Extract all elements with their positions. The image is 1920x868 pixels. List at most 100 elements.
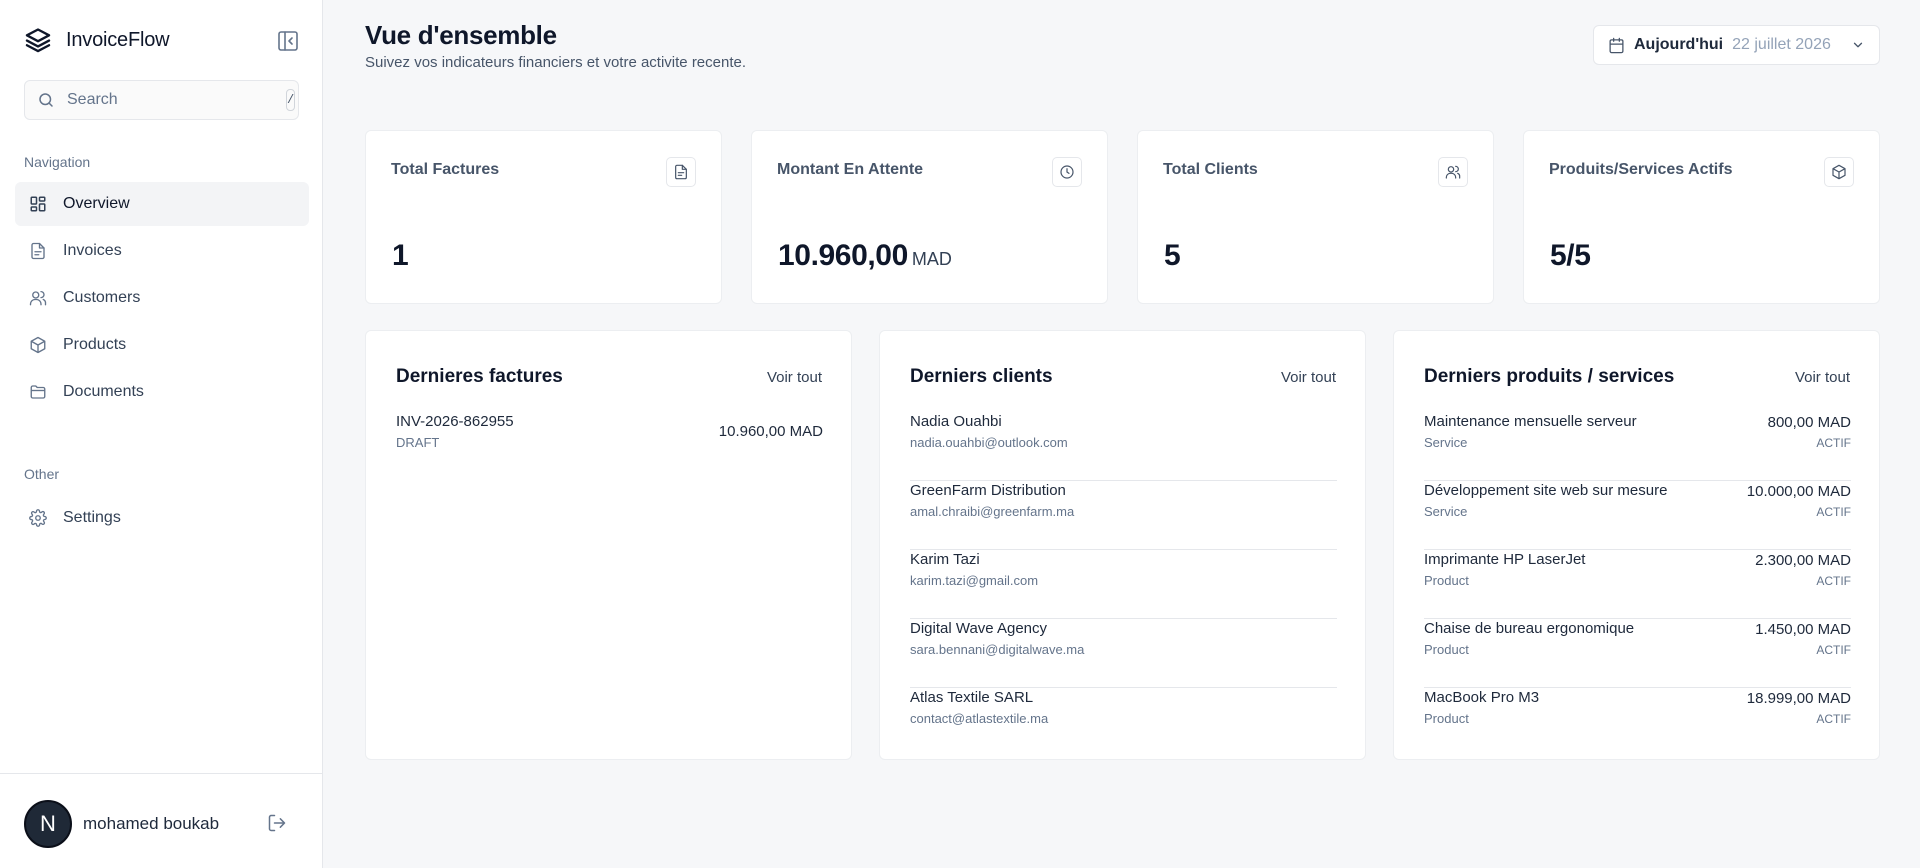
user-name: mohamed boukab [83,814,220,833]
view-all-clients-link[interactable]: Voir tout [1281,369,1336,386]
status-badge: ACTIF [1816,643,1851,657]
list-item[interactable]: GreenFarm Distribution amal.chraibi@gree… [910,481,1337,550]
list-item[interactable]: Nadia Ouahbi nadia.ouahbi@outlook.com [910,412,1337,481]
user-footer: N mohamed boukab [0,773,323,868]
client-email: amal.chraibi@greenfarm.ma [910,504,1075,519]
app-name: InvoiceFlow [66,28,170,51]
main-nav: Overview Invoices Customers Products Doc… [15,182,309,417]
list-item[interactable]: Atlas Textile SARL contact@atlastextile.… [910,688,1337,757]
page-subtitle: Suivez vos indicateurs financiers et vot… [365,54,747,71]
product-list: Maintenance mensuelle serveur Service 80… [1424,412,1851,757]
latest-products-panel: Derniers produits / services Voir tout M… [1393,330,1880,760]
stat-value: 5/5 [1550,239,1591,272]
product-type: Service [1424,504,1468,519]
search-input[interactable] [67,91,274,109]
layout-grid-icon [29,195,47,213]
nav-section-label: Navigation [24,154,91,170]
client-name: Karim Tazi [910,551,980,568]
sidebar-item-label: Documents [63,383,144,400]
date-picker[interactable]: Aujourd'hui 22 juillet 2026 [1593,25,1880,65]
list-item[interactable]: INV-2026-862955 DRAFT 10.960,00 MAD [396,412,823,481]
client-name: GreenFarm Distribution [910,482,1066,499]
sidebar-collapse-icon[interactable] [276,29,300,53]
list-item[interactable]: Chaise de bureau ergonomique Product 1.4… [1424,619,1851,688]
product-name: MacBook Pro M3 [1424,689,1540,706]
clock-icon [1052,157,1082,187]
list-item[interactable]: Développement site web sur mesure Servic… [1424,481,1851,550]
invoice-status: DRAFT [396,435,440,450]
sidebar-item-label: Customers [63,289,141,306]
view-all-products-link[interactable]: Voir tout [1795,369,1850,386]
avatar[interactable]: N [24,800,72,848]
client-name: Atlas Textile SARL [910,689,1034,706]
search-box[interactable]: / [24,80,299,120]
client-email: nadia.ouahbi@outlook.com [910,435,1068,450]
stat-title: Produits/Services Actifs [1549,161,1733,178]
users-icon [29,289,47,307]
sidebar-item-documents[interactable]: Documents [15,370,309,414]
sidebar-item-label: Overview [63,195,130,212]
date-label: Aujourd'hui [1634,36,1724,53]
box-icon [29,336,47,354]
other-section-label: Other [24,466,60,482]
sidebar: InvoiceFlow / Navigation Overview [0,0,323,868]
stat-card-total-clients: Total Clients 5 [1137,130,1494,304]
list-item[interactable]: Karim Tazi karim.tazi@gmail.com [910,550,1337,619]
product-price: 10.000,00 MAD [1746,483,1851,500]
product-type: Service [1424,435,1468,450]
product-price: 800,00 MAD [1767,414,1851,431]
stat-card-produits-actifs: Produits/Services Actifs 5/5 [1523,130,1880,304]
panel-title: Dernieres factures [396,366,563,387]
sidebar-item-invoices[interactable]: Invoices [15,229,309,273]
product-type: Product [1424,642,1469,657]
sidebar-item-overview[interactable]: Overview [15,182,309,226]
sidebar-item-settings[interactable]: Settings [15,496,309,540]
invoice-number: INV-2026-862955 [396,413,514,430]
calendar-icon [1608,37,1625,54]
folder-icon [29,383,47,401]
stat-card-montant-en-attente: Montant En Attente 10.960,00 MAD [751,130,1108,304]
client-name: Digital Wave Agency [910,620,1048,637]
client-list: Nadia Ouahbi nadia.ouahbi@outlook.com Gr… [910,412,1337,757]
stat-title: Total Clients [1163,161,1258,178]
search-icon [37,91,55,109]
latest-clients-panel: Derniers clients Voir tout Nadia Ouahbi … [879,330,1366,760]
client-email: sara.bennani@digitalwave.ma [910,642,1085,657]
stat-title: Montant En Attente [777,161,924,178]
logout-icon[interactable] [267,813,287,833]
sidebar-item-label: Settings [63,509,121,526]
page-title: Vue d'ensemble [365,20,557,50]
product-price: 18.999,00 MAD [1746,690,1851,707]
latest-invoices-panel: Dernieres factures Voir tout INV-2026-86… [365,330,852,760]
search-shortcut-badge: / [286,89,296,111]
sidebar-item-products[interactable]: Products [15,323,309,367]
list-item[interactable]: Imprimante HP LaserJet Product 2.300,00 … [1424,550,1851,619]
panel-title: Derniers clients [910,366,1053,387]
sidebar-item-customers[interactable]: Customers [15,276,309,320]
other-nav: Settings [15,496,309,543]
list-item[interactable]: Maintenance mensuelle serveur Service 80… [1424,412,1851,481]
layers-logo-icon [24,26,52,54]
file-icon [29,242,47,260]
gear-icon [29,509,47,527]
stat-title: Total Factures [391,161,500,178]
stat-value: 1 [392,239,409,272]
brand[interactable]: InvoiceFlow [24,26,170,54]
stat-value: 5 [1164,239,1181,272]
list-item[interactable]: Digital Wave Agency sara.bennani@digital… [910,619,1337,688]
file-icon [666,157,696,187]
panel-title: Derniers produits / services [1424,366,1675,387]
chevron-down-icon [1851,38,1865,52]
view-all-invoices-link[interactable]: Voir tout [767,369,822,386]
product-name: Développement site web sur mesure [1424,482,1668,499]
product-type: Product [1424,711,1469,726]
product-name: Chaise de bureau ergonomique [1424,620,1635,637]
date-value: 22 juillet 2026 [1732,36,1831,53]
sidebar-item-label: Products [63,336,127,353]
list-item[interactable]: MacBook Pro M3 Product 18.999,00 MAD ACT… [1424,688,1851,757]
stat-card-total-factures: Total Factures 1 [365,130,722,304]
invoice-amount: 10.960,00 MAD [718,423,823,440]
sidebar-item-label: Invoices [63,242,122,259]
status-badge: ACTIF [1816,505,1851,519]
box-icon [1824,157,1854,187]
